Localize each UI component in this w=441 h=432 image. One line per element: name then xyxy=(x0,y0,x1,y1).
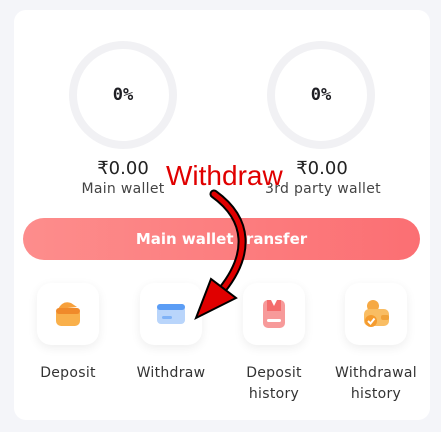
third-party-wallet-percent: 0% xyxy=(310,85,332,105)
deposit-button[interactable]: Deposit xyxy=(23,283,113,384)
withdraw-button[interactable]: Withdraw xyxy=(126,283,216,384)
withdrawal-history-button[interactable]: Withdrawal history xyxy=(331,283,421,405)
main-wallet-transfer-button[interactable]: Main wallet transfer xyxy=(23,218,420,260)
receipt-icon xyxy=(243,283,305,345)
deposit-label: Deposit xyxy=(40,365,96,381)
main-wallet-gauge: 0% xyxy=(69,41,177,149)
deposit-history-button[interactable]: Deposit history xyxy=(229,283,319,405)
withdrawal-history-label: Withdrawal history xyxy=(335,365,417,402)
wallet-icon xyxy=(37,283,99,345)
deposit-history-label: Deposit history xyxy=(246,365,302,402)
third-party-wallet-gauge: 0% xyxy=(267,41,375,149)
withdraw-label: Withdraw xyxy=(136,365,206,381)
coin-wallet-icon xyxy=(345,283,407,345)
withdraw-annotation-label: Withdraw xyxy=(166,160,283,191)
card-icon xyxy=(140,283,202,345)
main-wallet-percent: 0% xyxy=(112,85,134,105)
